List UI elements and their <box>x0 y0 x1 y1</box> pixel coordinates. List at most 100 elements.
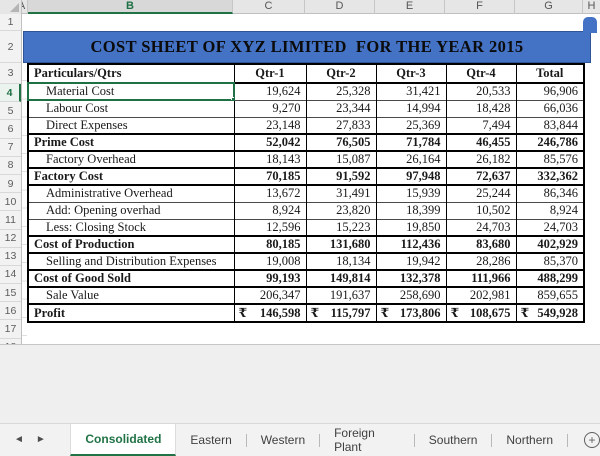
cell[interactable]: 13,672 <box>234 185 306 202</box>
cell[interactable]: 70,185 <box>234 168 306 185</box>
row-header-17[interactable]: 17 <box>0 320 21 338</box>
row-header-4[interactable]: 4 <box>0 84 21 102</box>
cell[interactable]: Selling and Distribution Expenses <box>28 253 234 270</box>
cell[interactable]: 25,244 <box>446 185 516 202</box>
cell[interactable]: 202,981 <box>446 287 516 304</box>
cell[interactable]: ₹173,806 <box>376 304 446 322</box>
column-header-c[interactable]: C <box>233 0 305 14</box>
cell[interactable]: 332,362 <box>516 168 584 185</box>
cell[interactable]: 12,596 <box>234 219 306 236</box>
cell[interactable]: 112,436 <box>376 236 446 253</box>
scroll-tabs-right-icon[interactable]: ► <box>36 435 46 445</box>
cell[interactable]: 26,164 <box>376 151 446 168</box>
cell[interactable]: ₹549,928 <box>516 304 584 322</box>
cell[interactable]: Factory Overhead <box>28 151 234 168</box>
sheet-tab-consolidated[interactable]: Consolidated <box>70 424 176 456</box>
row-header-3[interactable]: 3 <box>0 63 21 84</box>
cell[interactable]: 15,087 <box>306 151 376 168</box>
cell[interactable]: 96,906 <box>516 83 584 100</box>
sheet-tab-western[interactable]: Western <box>247 424 319 456</box>
cell[interactable]: 28,286 <box>446 253 516 270</box>
cell[interactable]: Add: Opening overhad <box>28 202 234 219</box>
fill-handle[interactable] <box>231 97 235 101</box>
cell[interactable]: 10,502 <box>446 202 516 219</box>
cell[interactable]: Cost of Good Sold <box>28 270 234 287</box>
row-header-18[interactable]: 18 <box>0 339 21 345</box>
cell[interactable]: 25,328 <box>306 83 376 100</box>
cell[interactable]: 20,533 <box>446 83 516 100</box>
cell[interactable]: 132,378 <box>376 270 446 287</box>
sheet-tab-eastern[interactable]: Eastern <box>176 424 245 456</box>
cell[interactable]: 27,833 <box>306 117 376 134</box>
column-header-h[interactable]: H <box>583 0 600 14</box>
cell[interactable]: 206,347 <box>234 287 306 304</box>
cell[interactable]: 46,455 <box>446 134 516 151</box>
cell[interactable]: 31,491 <box>306 185 376 202</box>
header-qtr4[interactable]: Qtr-4 <box>446 64 516 83</box>
cell[interactable]: 23,820 <box>306 202 376 219</box>
cell[interactable]: 246,786 <box>516 134 584 151</box>
row-header-6[interactable]: 6 <box>0 120 21 138</box>
cell[interactable]: 18,428 <box>446 100 516 117</box>
cell[interactable]: 83,844 <box>516 117 584 134</box>
cell[interactable]: ₹146,598 <box>234 304 306 322</box>
sheet-tab-foreign-plant[interactable]: Foreign Plant <box>320 424 414 456</box>
cell[interactable]: 83,680 <box>446 236 516 253</box>
cell[interactable]: 26,182 <box>446 151 516 168</box>
cell[interactable]: ₹108,675 <box>446 304 516 322</box>
cell[interactable]: Administrative Overhead <box>28 185 234 202</box>
add-sheet-button[interactable]: + <box>584 424 600 456</box>
sheet-tab-northern[interactable]: Northern <box>492 424 567 456</box>
cell[interactable]: ₹115,797 <box>306 304 376 322</box>
row-header-1[interactable]: 1 <box>0 14 21 31</box>
cell[interactable]: 488,299 <box>516 270 584 287</box>
row-header-5[interactable]: 5 <box>0 102 21 120</box>
cell[interactable]: Profit <box>28 304 234 322</box>
cell[interactable]: 7,494 <box>446 117 516 134</box>
cell[interactable]: 18,134 <box>306 253 376 270</box>
cell[interactable]: 18,143 <box>234 151 306 168</box>
row-header-12[interactable]: 12 <box>0 230 21 248</box>
cell[interactable]: 23,148 <box>234 117 306 134</box>
cell[interactable]: 24,703 <box>446 219 516 236</box>
cell[interactable]: 24,703 <box>516 219 584 236</box>
row-header-14[interactable]: 14 <box>0 266 21 284</box>
cell[interactable]: 859,655 <box>516 287 584 304</box>
cell[interactable]: Less: Closing Stock <box>28 219 234 236</box>
cell[interactable]: Cost of Production <box>28 236 234 253</box>
title-banner[interactable]: COST SHEET OF XYZ LIMITED FOR THE YEAR 2… <box>23 31 591 63</box>
header-qtr3[interactable]: Qtr-3 <box>376 64 446 83</box>
cell[interactable]: 31,421 <box>376 83 446 100</box>
row-header-8[interactable]: 8 <box>0 157 21 175</box>
cell[interactable]: 8,924 <box>234 202 306 219</box>
cell[interactable]: 19,942 <box>376 253 446 270</box>
cell[interactable]: Sale Value <box>28 287 234 304</box>
cell[interactable]: 19,624 <box>234 83 306 100</box>
header-total[interactable]: Total <box>516 64 584 83</box>
cell[interactable]: 402,929 <box>516 236 584 253</box>
cell[interactable]: 149,814 <box>306 270 376 287</box>
cell[interactable]: 85,370 <box>516 253 584 270</box>
cell[interactable]: 19,008 <box>234 253 306 270</box>
cell[interactable]: 97,948 <box>376 168 446 185</box>
row-header-15[interactable]: 15 <box>0 284 21 302</box>
cell[interactable]: 111,966 <box>446 270 516 287</box>
selected-cell-b4[interactable]: Material Cost <box>28 83 234 100</box>
row-header-2[interactable]: 2 <box>0 31 21 63</box>
row-header-7[interactable]: 7 <box>0 139 21 157</box>
cell[interactable]: 191,637 <box>306 287 376 304</box>
cell[interactable]: 15,223 <box>306 219 376 236</box>
cell[interactable]: Factory Cost <box>28 168 234 185</box>
scroll-tabs-left-icon[interactable]: ◄ <box>14 435 24 445</box>
cell[interactable]: Prime Cost <box>28 134 234 151</box>
sheet-tab-southern[interactable]: Southern <box>415 424 492 456</box>
row-header-11[interactable]: 11 <box>0 211 21 229</box>
cell[interactable]: 131,680 <box>306 236 376 253</box>
cell[interactable]: 91,592 <box>306 168 376 185</box>
cell[interactable]: 52,042 <box>234 134 306 151</box>
header-qtr1[interactable]: Qtr-1 <box>234 64 306 83</box>
cell[interactable]: 23,344 <box>306 100 376 117</box>
cell[interactable]: 72,637 <box>446 168 516 185</box>
cell[interactable]: 86,346 <box>516 185 584 202</box>
cell[interactable]: Direct Expenses <box>28 117 234 134</box>
